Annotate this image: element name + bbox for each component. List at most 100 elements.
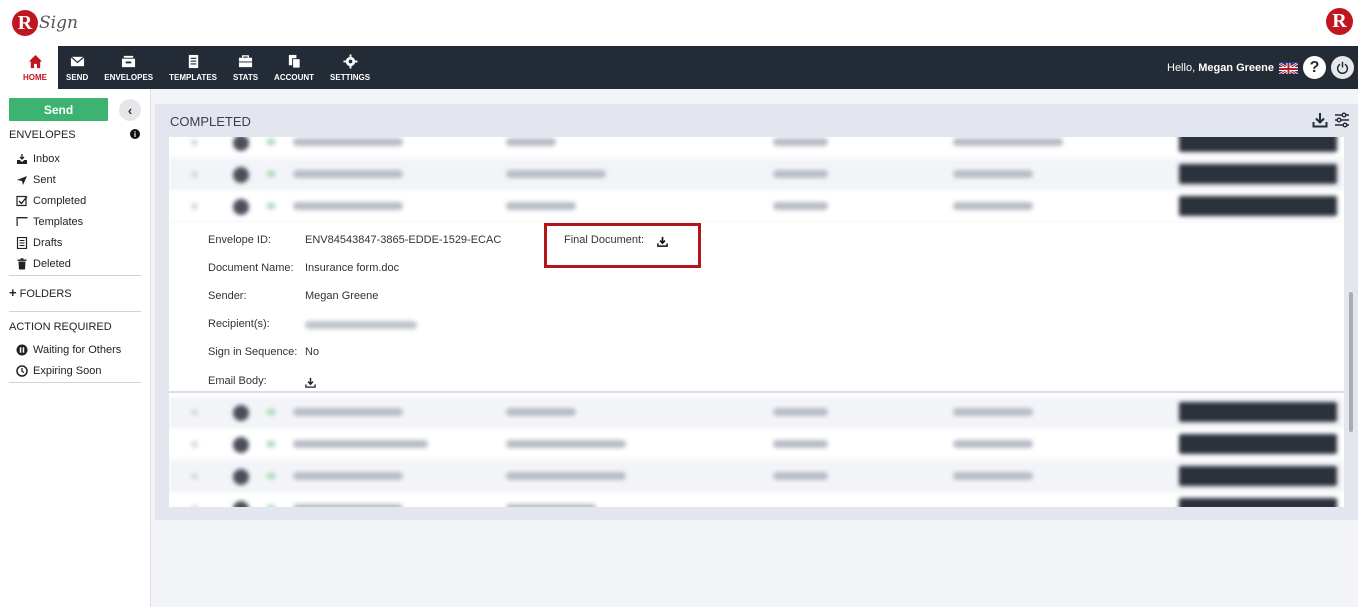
sidebar-item-label: Inbox (33, 153, 60, 165)
sidebar-divider (9, 382, 141, 383)
brand-logo-icon[interactable]: R (1326, 8, 1353, 35)
envelopes-section-title: ENVELOPES (9, 129, 76, 141)
nav-left-strip (0, 46, 12, 89)
document-name-label: Document Name: (208, 262, 294, 274)
uk-flag-icon[interactable] (1279, 61, 1298, 74)
sidebar-item-completed[interactable]: Completed (16, 193, 86, 209)
info-icon[interactable]: i (130, 129, 140, 139)
logo-text: Sign (39, 13, 78, 33)
trash-icon (16, 258, 28, 270)
send-button[interactable]: Send (9, 98, 108, 121)
collapse-sidebar-button[interactable]: ‹ (119, 99, 141, 121)
scrollbar-thumb[interactable] (1349, 292, 1353, 432)
top-navigation: HOME SEND ENVELOPES TEMPLATES STATS ACCO… (0, 46, 1358, 89)
user-name[interactable]: Megan Greene (1198, 62, 1274, 74)
sidebar-item-label: Deleted (33, 258, 71, 270)
page-title: COMPLETED (170, 114, 251, 129)
table-row[interactable] (169, 159, 1344, 191)
help-button[interactable]: ? (1303, 56, 1326, 79)
nav-stats[interactable]: STATS (225, 46, 266, 89)
inbox-icon (16, 153, 28, 165)
action-required-title: ACTION REQUIRED (9, 321, 112, 333)
sign-in-sequence-value: No (305, 346, 320, 358)
envelope-icon (70, 53, 85, 69)
sender-label: Sender: (208, 290, 247, 302)
email-body-download-icon[interactable] (305, 375, 316, 393)
drafts-icon (16, 237, 28, 249)
pause-icon (16, 344, 28, 356)
table-row[interactable] (169, 397, 1344, 429)
final-document-label: Final Document: (564, 234, 645, 246)
nav-settings[interactable]: SETTINGS (322, 46, 378, 89)
nav-settings-label: SETTINGS (330, 73, 371, 82)
sidebar-item-label: Templates (33, 216, 84, 228)
final-document-download-icon[interactable] (657, 234, 668, 252)
nav-send[interactable]: SEND (58, 46, 96, 89)
greeting: Hello, Megan Greene (1167, 62, 1274, 74)
logo-bar: R Sign R (0, 0, 1358, 46)
templates-icon (186, 53, 201, 69)
envelope-detail: Envelope ID: ENV84543847-3865-EDDE-1529-… (169, 223, 1344, 393)
greeting-text: Hello, (1167, 61, 1196, 74)
envelope-table: Envelope ID: ENV84543847-3865-EDDE-1529-… (169, 137, 1344, 507)
sidebar: Send ‹ ENVELOPES i Inbox Sent Completed … (0, 89, 151, 607)
table-row[interactable] (169, 493, 1344, 507)
paper-plane-icon (16, 174, 28, 186)
nav-templates-label: TEMPLATES (169, 73, 217, 82)
table-row[interactable] (169, 461, 1344, 493)
sidebar-item-deleted[interactable]: Deleted (16, 256, 71, 272)
sidebar-item-label: Sent (33, 174, 56, 186)
folders-label: FOLDERS (19, 288, 72, 300)
nav-stats-label: STATS (233, 73, 259, 82)
download-all-icon[interactable] (1312, 112, 1328, 133)
template-icon (16, 216, 28, 228)
sidebar-item-label: Expiring Soon (33, 365, 102, 377)
table-row[interactable] (169, 429, 1344, 461)
folders-toggle[interactable]: + FOLDERS (9, 285, 72, 300)
nav-home[interactable]: HOME (12, 46, 58, 89)
logo-letter: R (12, 10, 38, 36)
nav-envelopes-label: ENVELOPES (104, 73, 154, 82)
email-body-label: Email Body: (208, 375, 267, 387)
rsign-logo[interactable]: R Sign (12, 6, 78, 40)
envelope-id-label: Envelope ID: (208, 234, 271, 246)
sidebar-item-expiring[interactable]: Expiring Soon (16, 363, 102, 379)
nav-account-label: ACCOUNT (274, 73, 315, 82)
nav-envelopes[interactable]: ENVELOPES (96, 46, 161, 89)
gear-icon (343, 53, 358, 69)
recipients-label: Recipient(s): (208, 318, 270, 330)
sidebar-item-label: Waiting for Others (33, 344, 122, 356)
clock-icon (16, 365, 28, 377)
document-name-value: Insurance form.doc (305, 262, 400, 274)
plus-icon: + (9, 285, 17, 300)
documents-icon (287, 53, 302, 69)
table-row[interactable] (169, 137, 1344, 159)
power-icon (1336, 61, 1349, 74)
completed-panel: COMPLETED Envelope ID: ENV84543847-3865-… (155, 104, 1358, 520)
inbox-tray-icon (121, 53, 136, 69)
briefcase-icon (238, 53, 253, 69)
sidebar-item-label: Completed (33, 195, 87, 207)
table-row[interactable] (169, 191, 1344, 223)
nav-account[interactable]: ACCOUNT (266, 46, 322, 89)
recipients-value-redacted (305, 321, 417, 329)
sender-value: Megan Greene (305, 290, 379, 302)
sidebar-divider (9, 275, 141, 276)
sidebar-item-label: Drafts (33, 237, 63, 249)
sidebar-item-waiting[interactable]: Waiting for Others (16, 342, 121, 358)
sidebar-divider (9, 311, 141, 312)
sidebar-item-sent[interactable]: Sent (16, 172, 56, 188)
sign-in-sequence-label: Sign in Sequence: (208, 346, 298, 358)
sidebar-item-drafts[interactable]: Drafts (16, 235, 62, 251)
nav-home-label: HOME (23, 73, 47, 82)
sidebar-item-templates[interactable]: Templates (16, 214, 83, 230)
logout-button[interactable] (1331, 56, 1354, 79)
nav-templates[interactable]: TEMPLATES (161, 46, 225, 89)
home-icon (28, 53, 43, 69)
nav-send-label: SEND (66, 73, 89, 82)
filter-settings-icon[interactable] (1334, 112, 1350, 133)
chevron-left-icon: ‹ (127, 102, 133, 118)
envelope-id-value: ENV84543847-3865-EDDE-1529-ECAC (305, 234, 502, 246)
sidebar-item-inbox[interactable]: Inbox (16, 151, 60, 167)
table-scrollbar[interactable] (1347, 137, 1355, 507)
